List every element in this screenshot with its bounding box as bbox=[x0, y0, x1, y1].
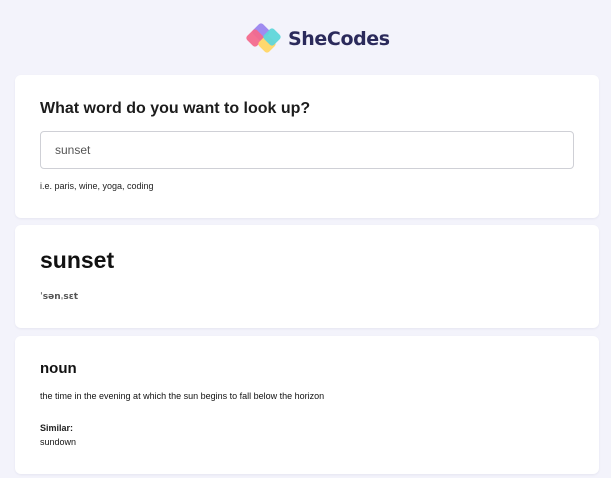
page: SheCodes What word do you want to look u… bbox=[0, 0, 611, 478]
search-input[interactable] bbox=[40, 131, 574, 169]
phonetic-text: ˈsənˌsɛt bbox=[40, 292, 79, 302]
brand-name: SheCodes bbox=[288, 28, 390, 50]
search-question: What word do you want to look up? bbox=[40, 100, 311, 117]
meaning-card: noun the time in the evening at which th… bbox=[15, 336, 599, 474]
search-hint: i.e. paris, wine, yoga, coding bbox=[40, 181, 154, 191]
part-of-speech: noun bbox=[40, 360, 77, 377]
definition-text: the time in the evening at which the sun… bbox=[40, 391, 325, 401]
similar-word: sundown bbox=[40, 437, 77, 447]
word-card: sunset ˈsənˌsɛt bbox=[15, 225, 599, 328]
shecodes-logo-icon bbox=[246, 23, 281, 53]
shecodes-logo[interactable]: SheCodes bbox=[246, 20, 390, 58]
search-card: What word do you want to look up? i.e. p… bbox=[15, 75, 599, 218]
similar-label: Similar: bbox=[40, 423, 74, 433]
result-word: sunset bbox=[40, 247, 115, 273]
